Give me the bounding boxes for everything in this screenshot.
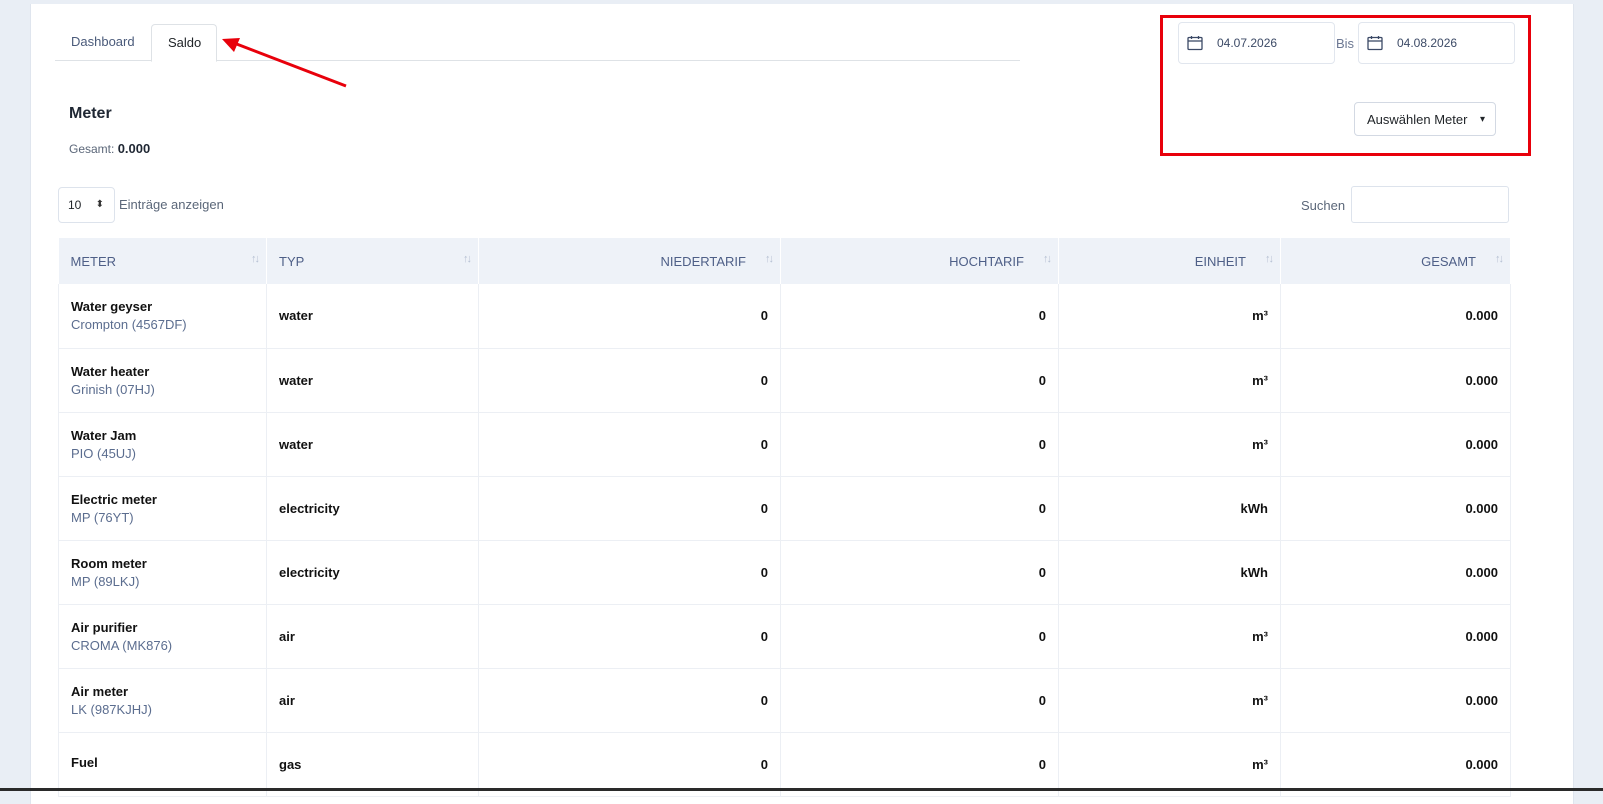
annotation-arrow xyxy=(222,38,347,88)
